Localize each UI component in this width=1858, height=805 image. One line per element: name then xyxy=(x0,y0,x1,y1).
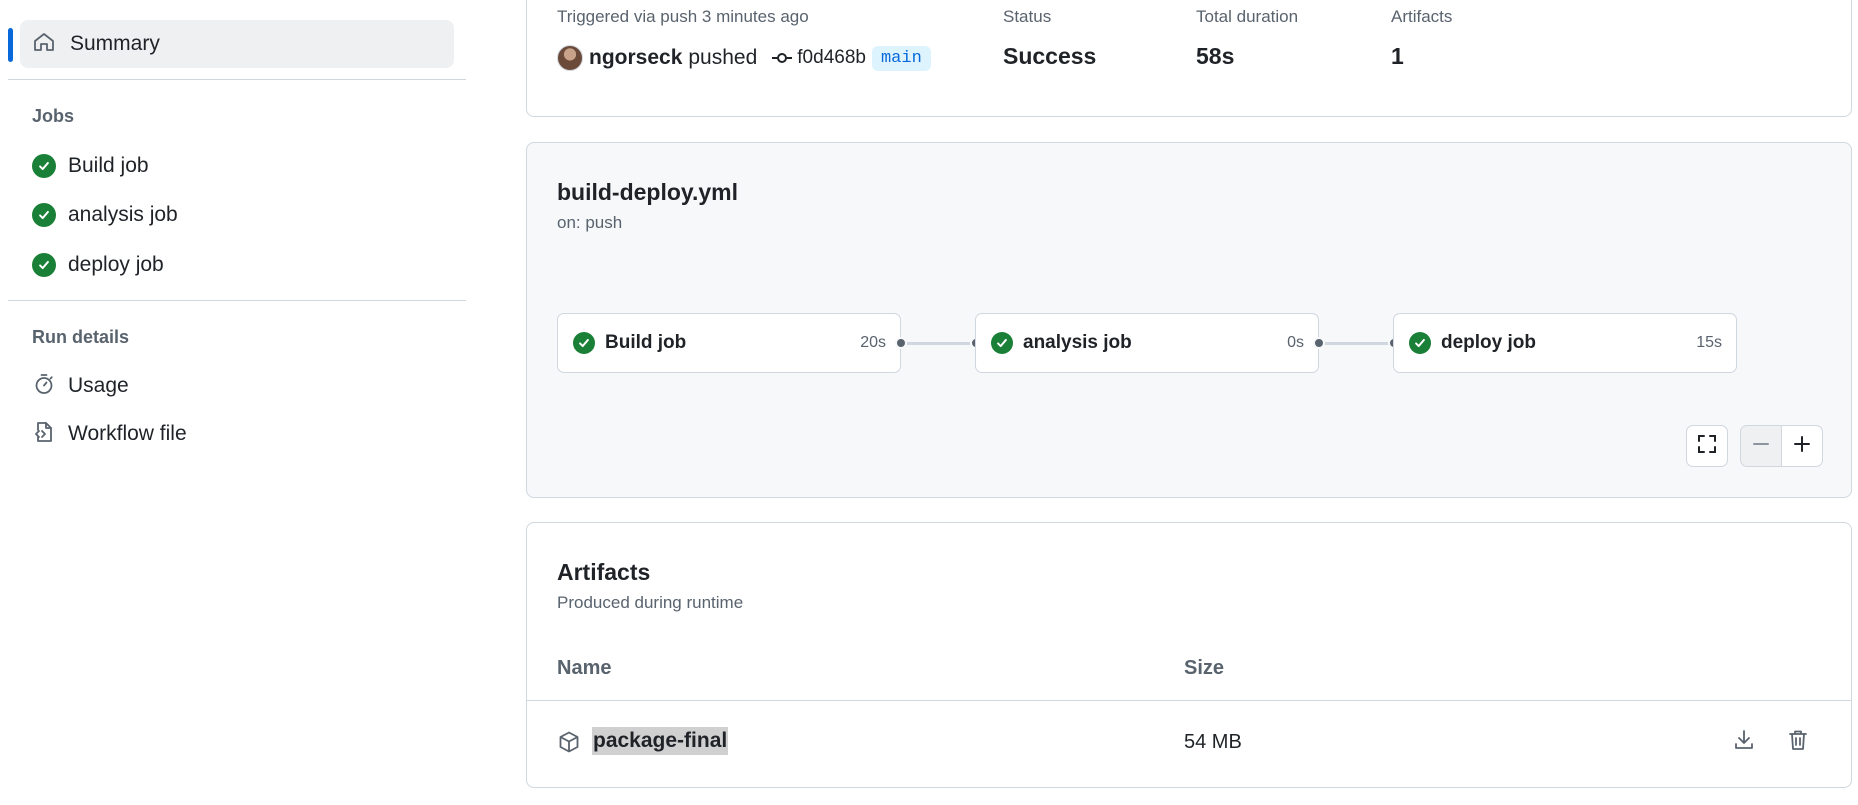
workflow-graph-card: build-deploy.yml on: push Build job 20s … xyxy=(526,142,1852,498)
minus-icon xyxy=(1751,434,1771,459)
job-node-name: Build job xyxy=(605,332,687,353)
jobs-section-title: Jobs xyxy=(32,106,75,126)
sidebar-item-label: Build job xyxy=(68,154,149,177)
zoom-in-button[interactable] xyxy=(1781,425,1823,467)
check-circle-icon xyxy=(32,203,56,227)
connector-dot xyxy=(895,337,907,349)
fullscreen-icon xyxy=(1696,433,1718,460)
download-button[interactable] xyxy=(1731,729,1757,755)
job-connector xyxy=(1319,342,1393,345)
status-label: Status xyxy=(1003,7,1052,26)
trash-icon xyxy=(1786,728,1810,757)
trigger-row: ngorseck pushed f0d468b main xyxy=(557,43,931,73)
sidebar-item-summary[interactable]: Summary xyxy=(20,20,454,68)
run-summary-card: Triggered via push 3 minutes ago ngorsec… xyxy=(526,0,1852,117)
check-circle-icon xyxy=(1409,332,1431,354)
workflow-file-name: build-deploy.yml xyxy=(557,179,739,205)
zoom-out-button[interactable] xyxy=(1740,425,1782,467)
download-icon xyxy=(1732,728,1756,757)
push-action-text: pushed xyxy=(688,46,758,69)
fullscreen-button[interactable] xyxy=(1686,425,1728,467)
sidebar-item-label: deploy job xyxy=(68,253,164,276)
file-code-icon xyxy=(32,420,56,449)
user-link[interactable]: ngorseck xyxy=(589,46,682,70)
check-circle-icon xyxy=(32,154,56,178)
artifacts-count-value[interactable]: 1 xyxy=(1391,43,1404,70)
artifact-size: 54 MB xyxy=(1184,731,1242,753)
job-node-name: deploy job xyxy=(1441,332,1536,353)
job-node-build[interactable]: Build job 20s xyxy=(557,313,901,373)
artifacts-subtitle: Produced during runtime xyxy=(557,593,744,612)
job-node-analysis[interactable]: analysis job 0s xyxy=(975,313,1319,373)
commit-sha-link[interactable]: f0d468b xyxy=(797,47,866,69)
divider xyxy=(8,79,466,80)
table-header-divider xyxy=(527,700,1851,701)
artifacts-count-label: Artifacts xyxy=(1391,7,1453,26)
column-header-name: Name xyxy=(557,657,612,679)
sidebar-item-usage[interactable]: Usage xyxy=(32,371,129,401)
artifact-name-link[interactable]: package-final xyxy=(592,727,729,755)
job-node-duration: 0s xyxy=(1287,334,1304,351)
plus-icon xyxy=(1792,434,1812,459)
sidebar-item-label: Usage xyxy=(68,374,129,397)
job-connector xyxy=(901,342,975,345)
check-circle-icon xyxy=(573,332,595,354)
job-node-duration: 15s xyxy=(1696,334,1722,351)
delete-button[interactable] xyxy=(1785,729,1811,755)
home-icon xyxy=(32,30,56,59)
check-circle-icon xyxy=(32,253,56,277)
sidebar-item-analysis-job[interactable]: analysis job xyxy=(32,200,178,230)
sidebar-item-label: Summary xyxy=(70,32,160,55)
branch-badge[interactable]: main xyxy=(871,45,931,71)
trigger-text: Triggered via push 3 minutes ago xyxy=(557,7,809,26)
sidebar-item-workflow-file[interactable]: Workflow file xyxy=(32,419,187,449)
status-value: Success xyxy=(1003,43,1097,69)
workflow-trigger: on: push xyxy=(557,213,623,232)
duration-label: Total duration xyxy=(1196,7,1299,26)
sidebar-item-label: analysis job xyxy=(68,203,178,226)
run-details-section-title: Run details xyxy=(32,327,130,347)
connector-dot xyxy=(1313,337,1325,349)
avatar[interactable] xyxy=(557,45,583,71)
sidebar-item-deploy-job[interactable]: deploy job xyxy=(32,250,164,280)
artifacts-card: Artifacts Produced during runtime Name S… xyxy=(526,522,1852,788)
sidebar-item-build-job[interactable]: Build job xyxy=(32,151,149,181)
job-node-duration: 20s xyxy=(860,334,886,351)
check-circle-icon xyxy=(991,332,1013,354)
package-icon xyxy=(557,730,581,754)
sidebar: Summary Jobs Build job analysis job depl… xyxy=(0,0,470,805)
job-node-deploy[interactable]: deploy job 15s xyxy=(1393,313,1737,373)
active-indicator xyxy=(8,28,13,62)
divider xyxy=(8,300,466,301)
stopwatch-icon xyxy=(32,372,56,401)
duration-value: 58s xyxy=(1196,43,1235,69)
sidebar-item-label: Workflow file xyxy=(68,422,187,445)
git-commit-icon xyxy=(771,47,793,69)
artifacts-title: Artifacts xyxy=(557,559,651,585)
column-header-size: Size xyxy=(1184,657,1225,679)
job-node-name: analysis job xyxy=(1023,332,1132,353)
